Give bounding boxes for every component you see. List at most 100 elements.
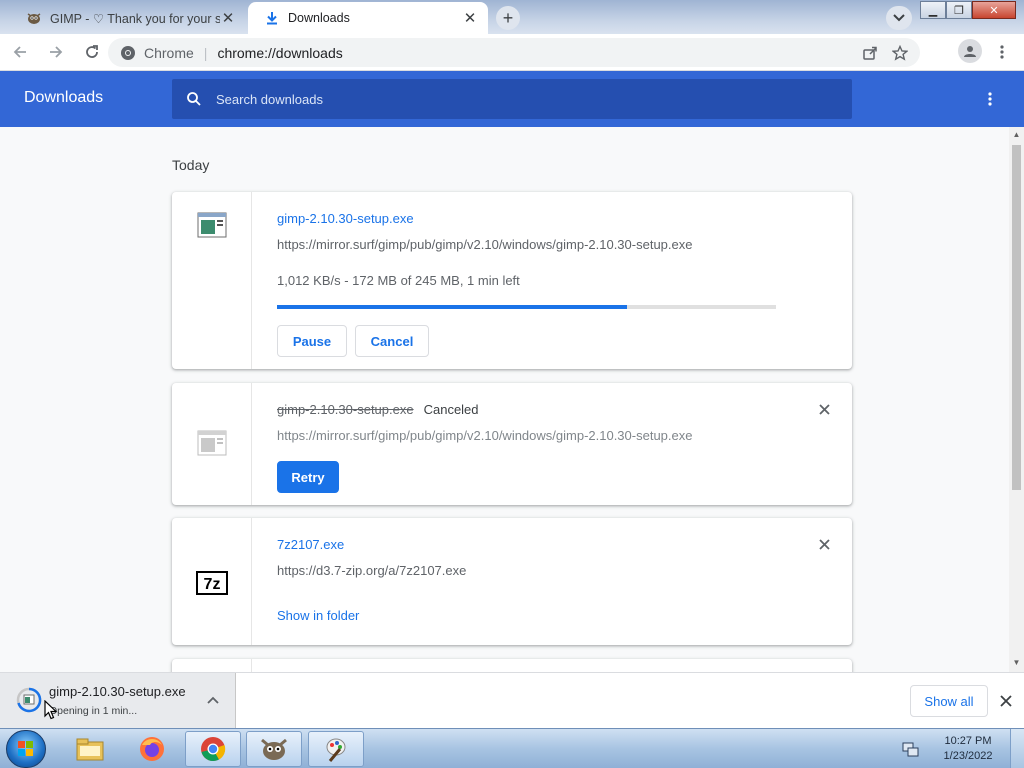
taskbar-paint[interactable] [308,731,364,767]
show-in-folder-link[interactable]: Show in folder [277,608,359,623]
close-icon [818,538,830,550]
download-source-url[interactable]: https://mirror.surf/gimp/pub/gimp/v2.10/… [277,237,692,252]
share-icon[interactable] [862,45,878,61]
reload-icon [86,45,98,58]
date-group-label: Today [172,157,210,173]
exe-file-icon [197,212,226,238]
tab-strip: GIMP - ♡ Thank you for your support! ✕ D… [0,0,1024,34]
download-progress-ring-icon [16,687,42,713]
address-bar[interactable]: Chrome | chrome://downloads [108,38,920,67]
download-icon [264,10,280,26]
scrollbar-thumb[interactable] [1012,145,1021,490]
download-filename-canceled: gimp-2.10.30-setup.exe [277,402,414,417]
close-icon [818,403,830,415]
show-desktop-button[interactable] [1010,729,1024,768]
tab-title: GIMP - ♡ Thank you for your support! [50,11,220,26]
clock-time: 10:27 PM [944,735,992,747]
mouse-cursor-icon [44,700,58,720]
search-downloads-bar[interactable] [172,79,852,119]
browser-toolbar: Chrome | chrome://downloads [0,34,1024,71]
download-progress-fill [277,305,628,309]
omnibox-separator: | [203,44,208,61]
windows-taskbar: 10:27 PM 1/23/2022 [0,728,1024,768]
downloads-menu-button[interactable] [980,89,1000,109]
file-icon-column [172,383,252,505]
taskbar-clock[interactable]: 10:27 PM 1/23/2022 [926,734,1010,764]
more-vert-icon [988,92,992,106]
svg-text:7z: 7z [203,576,220,593]
close-icon[interactable] [998,693,1014,709]
retry-button[interactable]: Retry [277,461,339,493]
close-tab-icon[interactable]: ✕ [462,10,478,27]
browser-menu-button[interactable] [992,42,1012,62]
cancel-button[interactable]: Cancel [355,325,429,357]
show-all-button[interactable]: Show all [910,685,988,717]
paint-icon [326,738,346,762]
remove-from-list-button[interactable] [816,536,832,552]
scroll-up-arrow[interactable]: ▲ [1012,130,1021,140]
download-item: gimp-2.10.30-setup.exe https://mirror.su… [172,192,852,369]
tab-gimp[interactable]: GIMP - ♡ Thank you for your support! ✕ [10,2,246,34]
pause-button[interactable]: Pause [277,325,347,357]
download-filename-link[interactable]: 7z2107.exe [277,537,344,552]
taskbar-file-explorer[interactable] [62,731,118,767]
download-item [172,659,852,672]
person-icon [964,46,976,57]
site-label: Chrome [144,44,194,61]
chevron-down-icon [893,14,905,22]
url-text: chrome://downloads [217,44,343,61]
back-arrow-icon [13,46,26,58]
gimp-icon [261,738,287,760]
file-icon-column: 7z [172,518,252,645]
window-controls: ▁ ❐ ✕ [920,1,1016,19]
back-button[interactable] [4,36,36,68]
omnibox-actions [862,38,908,67]
reload-button[interactable] [76,36,108,68]
shelf-download-item[interactable]: gimp-2.10.30-setup.exe Opening in 1 min.… [0,673,236,729]
search-input[interactable] [216,91,816,107]
taskbar-chrome[interactable] [185,731,241,767]
firefox-icon [140,737,164,761]
system-tray: 10:27 PM 1/23/2022 [902,729,1024,768]
chrome-icon [201,737,226,762]
shelf-item-filename: gimp-2.10.30-setup.exe [49,684,186,699]
taskbar-firefox[interactable] [124,731,180,767]
shelf-item-status: Opening in 1 min... [49,705,138,717]
minimize-button[interactable]: ▁ [920,1,946,19]
page-title: Downloads [24,89,104,106]
profile-avatar-button[interactable] [958,39,982,63]
download-progress-bar [277,305,776,309]
chrome-logo-icon [121,45,135,60]
downloads-header: Downloads [0,71,1024,127]
remove-from-list-button[interactable] [816,401,832,417]
download-shelf: gimp-2.10.30-setup.exe Opening in 1 min.… [0,672,1024,729]
start-button[interactable] [6,730,46,768]
forward-arrow-icon [50,46,63,58]
bookmark-star-icon[interactable] [892,44,908,61]
download-status-text: 1,012 KB/s - 172 MB of 245 MB, 1 min lef… [277,273,520,288]
forward-button[interactable] [40,36,72,68]
chevron-up-icon[interactable] [205,693,221,709]
search-icon [187,92,201,106]
page-scrollbar[interactable]: ▲ ▼ [1009,127,1024,672]
window-close-button[interactable]: ✕ [972,1,1016,19]
tab-search-button[interactable] [886,6,912,30]
scroll-down-arrow[interactable]: ▼ [1012,658,1021,668]
file-icon-column [172,192,252,369]
exe-file-icon [197,430,226,456]
tab-downloads[interactable]: Downloads ✕ [248,2,488,34]
download-source-url[interactable]: https://mirror.surf/gimp/pub/gimp/v2.10/… [277,428,692,443]
download-filename-link[interactable]: gimp-2.10.30-setup.exe [277,211,414,226]
7zip-icon: 7z [195,571,228,595]
new-tab-button[interactable]: + [496,6,520,30]
windows-logo-icon [18,741,33,756]
download-source-url[interactable]: https://d3.7-zip.org/a/7z2107.exe [277,563,466,578]
close-tab-icon[interactable]: ✕ [220,10,236,27]
restore-button[interactable]: ❐ [946,1,972,19]
taskbar-gimp[interactable] [246,731,302,767]
file-icon-column [172,659,252,672]
download-item: 7z 7z2107.exe https://d3.7-zip.org/a/7z2… [172,518,852,645]
file-explorer-icon [76,738,104,761]
download-item: gimp-2.10.30-setup.exe Canceled https://m… [172,383,852,505]
network-icon[interactable] [902,741,920,757]
